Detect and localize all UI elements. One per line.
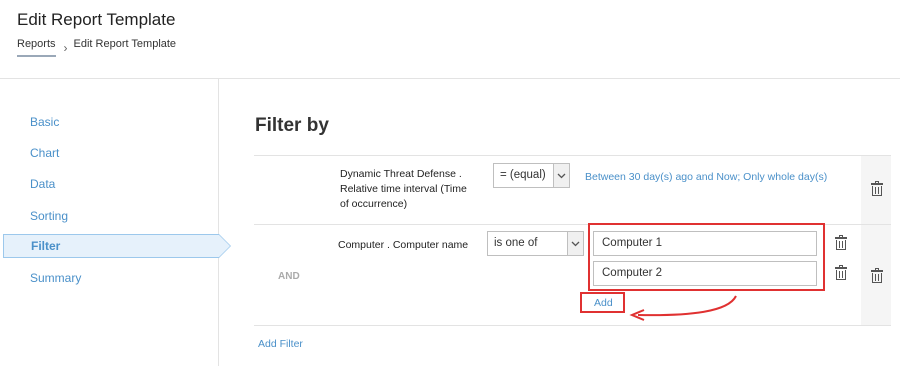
highlight-box-values (588, 223, 825, 291)
filter-2-operator-value: is one of (494, 237, 538, 249)
breadcrumb-reports-link[interactable]: Reports (17, 38, 56, 57)
section-title: Filter by (255, 115, 329, 136)
sidebar-item-chart[interactable]: Chart (30, 146, 59, 160)
filter-1-operator-select[interactable]: = (equal) (493, 163, 570, 188)
trash-icon[interactable] (835, 265, 847, 280)
trash-icon[interactable] (871, 268, 883, 283)
filter-row-bottom-divider (254, 325, 891, 326)
filter-2-field-label: Computer . Computer name (338, 239, 469, 251)
sidebar: Basic Chart Data Sorting Filter Summary (0, 79, 231, 366)
filter-1-operator-value: = (equal) (500, 169, 546, 181)
add-filter-link[interactable]: Add Filter (258, 338, 303, 350)
sidebar-item-sorting[interactable]: Sorting (30, 209, 68, 223)
filter-1-field-line-3: of occurrence) (340, 198, 408, 210)
chevron-down-icon[interactable] (567, 232, 583, 255)
filter-2-operator-select[interactable]: is one of (487, 231, 584, 256)
filter-1-field-line-1: Dynamic Threat Defense . (340, 168, 462, 180)
filter-connector-and: AND (278, 271, 300, 282)
sidebar-item-summary[interactable]: Summary (30, 271, 81, 285)
filter-1-field-line-2: Relative time interval (Time (340, 183, 467, 195)
sidebar-item-data[interactable]: Data (30, 177, 55, 191)
sidebar-item-basic[interactable]: Basic (30, 115, 59, 129)
sidebar-item-filter[interactable]: Filter (3, 234, 231, 258)
annotation-arrow (629, 295, 737, 321)
highlight-box-add (580, 292, 625, 313)
chevron-right-icon: › (63, 40, 68, 55)
sidebar-item-filter-label: Filter (31, 239, 61, 253)
page-title: Edit Report Template (17, 10, 176, 29)
trash-icon[interactable] (835, 235, 847, 250)
breadcrumb: Reports › Edit Report Template (17, 38, 176, 57)
trash-icon[interactable] (871, 181, 883, 196)
filter-row-top-divider (254, 155, 891, 156)
chevron-down-icon[interactable] (553, 164, 569, 187)
filter-1-value-link[interactable]: Between 30 day(s) ago and Now; Only whol… (585, 171, 827, 183)
filter-1-field-label: Dynamic Threat Defense . Relative time i… (340, 167, 480, 212)
breadcrumb-current: Edit Report Template (73, 38, 177, 50)
